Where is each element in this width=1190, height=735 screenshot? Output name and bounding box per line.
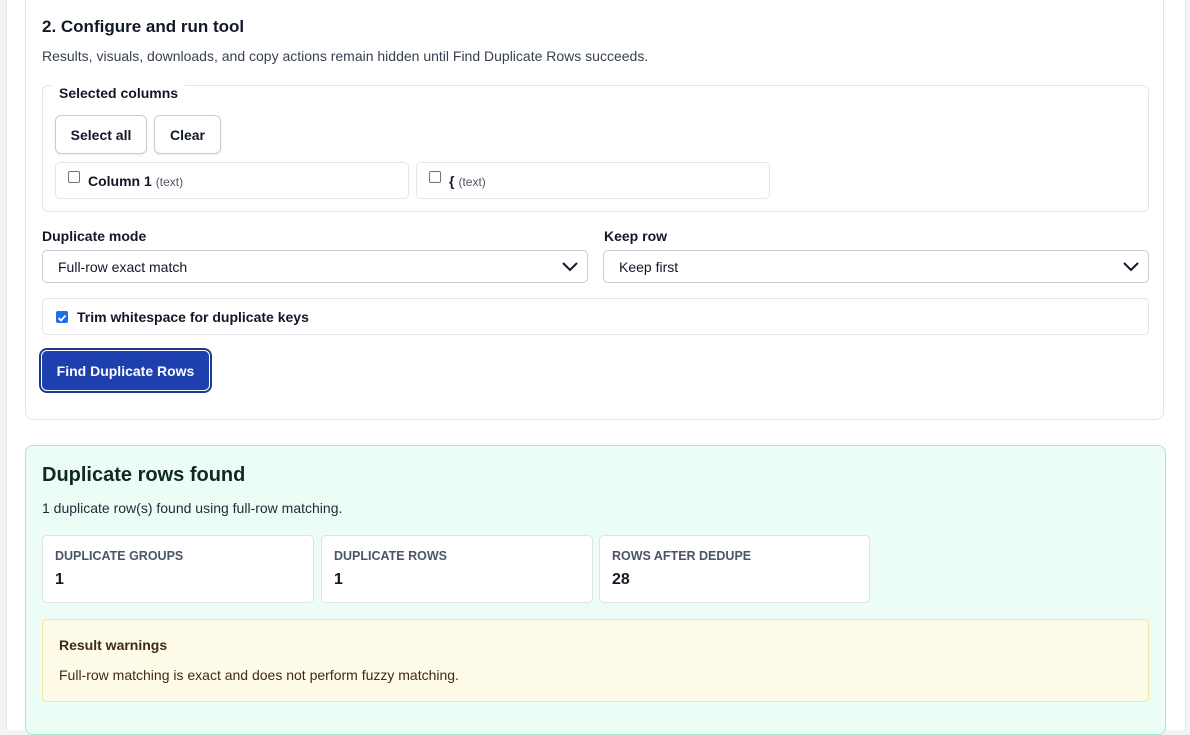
trim-whitespace-checkbox[interactable] <box>56 311 68 323</box>
warnings-message: Full-row matching is exact and does not … <box>59 667 459 683</box>
keep-row-label: Keep row <box>604 228 668 244</box>
stat-rows-after-dedupe: ROWS AFTER DEDUPE 28 <box>599 535 870 603</box>
selected-columns-legend: Selected columns <box>52 85 186 101</box>
keep-row-select[interactable]: Keep first <box>603 250 1149 283</box>
stat-value: 1 <box>334 571 343 588</box>
find-duplicate-rows-button[interactable]: Find Duplicate Rows <box>41 350 210 391</box>
keep-row-value: Keep first <box>619 259 679 275</box>
select-all-button[interactable]: Select all <box>55 115 147 154</box>
trim-whitespace-option[interactable]: Trim whitespace for duplicate keys <box>42 298 1149 335</box>
duplicate-mode-label: Duplicate mode <box>42 228 147 244</box>
column-option-brace[interactable]: {(text) <box>416 162 770 199</box>
column-type: (text) <box>458 175 486 189</box>
column-1-checkbox[interactable] <box>68 171 80 183</box>
stat-duplicate-groups: DUPLICATE GROUPS 1 <box>42 535 314 603</box>
trim-whitespace-label: Trim whitespace for duplicate keys <box>77 309 309 325</box>
stat-value: 1 <box>55 571 64 588</box>
stat-value: 28 <box>612 571 630 588</box>
duplicate-mode-value: Full-row exact match <box>58 259 188 275</box>
column-name: Column 1 <box>88 173 152 189</box>
stat-label: ROWS AFTER DEDUPE <box>612 549 752 563</box>
chevron-down-icon <box>562 262 578 272</box>
section-description: Results, visuals, downloads, and copy ac… <box>42 48 649 64</box>
result-warnings-box: Result warnings Full-row matching is exa… <box>42 619 1149 702</box>
clear-button[interactable]: Clear <box>154 115 221 154</box>
checkmark-icon <box>57 314 67 322</box>
duplicate-mode-select[interactable]: Full-row exact match <box>42 250 588 283</box>
column-type: (text) <box>155 175 184 189</box>
stat-label: DUPLICATE ROWS <box>334 549 447 563</box>
section-title: 2. Configure and run tool <box>42 17 245 36</box>
column-option-label: Column 1 (text) <box>88 173 183 189</box>
warnings-title: Result warnings <box>59 637 168 653</box>
chevron-down-icon <box>1123 262 1139 272</box>
stat-duplicate-rows: DUPLICATE ROWS 1 <box>321 535 593 603</box>
column-option-column-1[interactable]: Column 1 (text) <box>55 162 409 199</box>
result-title: Duplicate rows found <box>42 464 246 486</box>
column-option-label: {(text) <box>449 173 486 189</box>
column-name: { <box>449 173 455 189</box>
brace-column-checkbox[interactable] <box>429 171 441 183</box>
stat-label: DUPLICATE GROUPS <box>55 549 184 563</box>
result-description: 1 duplicate row(s) found using full-row … <box>42 500 343 516</box>
